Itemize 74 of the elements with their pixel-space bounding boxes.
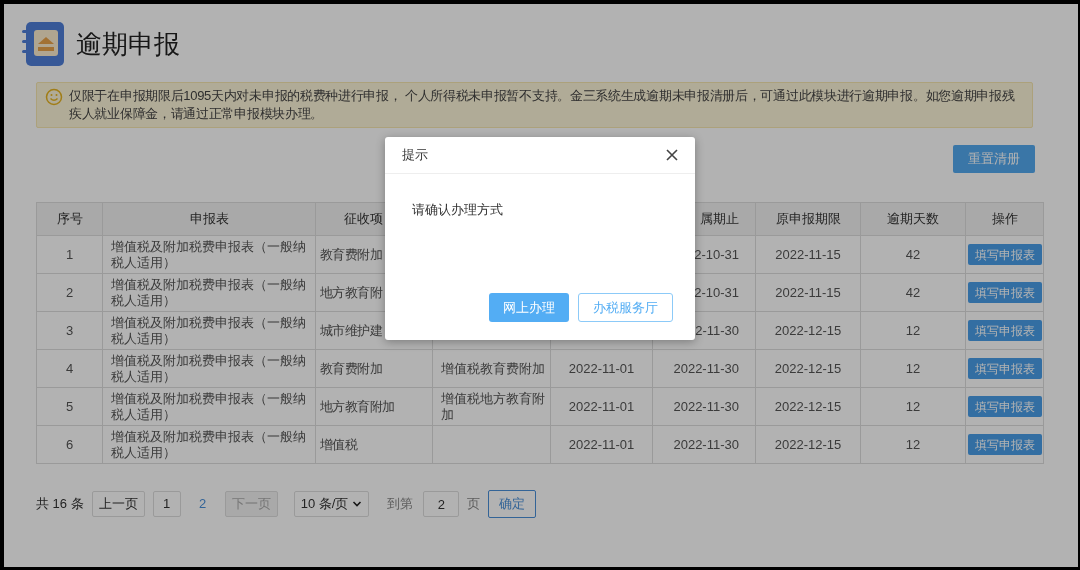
column-header: 申报表	[189, 211, 229, 227]
table-cell: 12	[905, 360, 921, 376]
dialog-button[interactable]: 办税服务厅	[578, 293, 673, 322]
goto-label: 到第	[387, 495, 414, 514]
table-cell: 教育费附加	[320, 360, 382, 376]
page-number[interactable]: 2	[188, 491, 217, 517]
table-cell: 2022-11-15	[775, 284, 841, 300]
table-cell: 增值税教育费附加	[441, 360, 545, 376]
table-cell: 增值税及附加税费申报表（一般纳税人适用）	[111, 276, 306, 308]
chevron-down-icon	[352, 500, 363, 508]
page-suffix: 页	[467, 495, 481, 514]
table-cell: 42	[905, 246, 921, 262]
table-cell: 2022-11-30	[673, 398, 739, 414]
fill-form-button[interactable]: 填写申报表	[967, 320, 1042, 341]
column-header: 原申报期限	[775, 211, 841, 227]
column-header: 操作	[991, 211, 1018, 227]
table-cell: 2022-11-30	[673, 360, 739, 376]
table-cell: 教育费附加	[320, 246, 382, 262]
table-cell: 增值税及附加税费申报表（一般纳税人适用）	[111, 352, 306, 384]
dialog-button[interactable]: 网上办理	[489, 293, 569, 322]
table-cell: 3	[65, 322, 74, 338]
page-number[interactable]: 1	[152, 491, 181, 517]
table-cell: 6	[65, 436, 74, 452]
table-cell: 2022-11-01	[568, 360, 635, 376]
column-header: 序号	[56, 211, 83, 227]
page-input[interactable]: 2	[423, 491, 460, 517]
fill-form-button[interactable]: 填写申报表	[967, 358, 1042, 379]
page-size-select[interactable]: 10 条/页	[293, 491, 370, 517]
page-title: 逾期申报	[76, 27, 180, 61]
table-cell: 5	[65, 398, 74, 414]
table-cell: 地方教育附	[320, 284, 382, 300]
table-cell: 2022-12-15	[774, 360, 842, 376]
close-icon[interactable]	[666, 149, 678, 161]
table-cell: 2022-12-15	[774, 436, 842, 452]
table-cell: 2022-11-15	[775, 246, 841, 262]
table-cell: 增值税地方教育附加	[441, 390, 545, 422]
notebook-icon	[22, 20, 66, 68]
column-header: 逾期天数	[887, 211, 939, 227]
dialog-message: 请确认办理方式	[411, 201, 504, 219]
table-cell: 城市维护建	[320, 322, 382, 338]
column-header: 属期止	[700, 211, 739, 227]
confirm-button[interactable]: 确定	[488, 490, 537, 518]
smiley-icon	[45, 88, 63, 106]
table-cell: 12	[905, 436, 921, 452]
fill-form-button[interactable]: 填写申报表	[967, 282, 1042, 303]
reset-button[interactable]: 重置清册	[953, 145, 1035, 173]
table-cell: 2-10-31	[694, 246, 739, 262]
table-cell: 2-11-30	[695, 322, 739, 338]
table-cell: 4	[65, 360, 74, 376]
total-count: 共 16 条	[36, 495, 84, 514]
notice-text: 仅限于在申报期限后1095天内对未申报的税费种进行申报， 个人所得税未申报暂不支持。金三系统生成逾期未申报清册后，可通过此模块进行逾期申报。如您逾期申报残疾人就业保障金，请通过正常申报模块办理。	[69, 87, 1016, 123]
dialog-title: 提示	[402, 146, 428, 165]
table-cell: 增值税	[320, 436, 358, 452]
prev-page-button[interactable]: 上一页	[91, 491, 145, 517]
table-cell: 12	[905, 398, 921, 414]
fill-form-button[interactable]: 填写申报表	[967, 396, 1042, 417]
table-cell: 增值税及附加税费申报表（一般纳税人适用）	[111, 390, 306, 422]
table-cell: 地方教育附加	[320, 398, 395, 414]
table-cell: 2022-11-01	[568, 398, 635, 414]
table-cell: 增值税及附加税费申报表（一般纳税人适用）	[111, 238, 306, 270]
table-cell: 增值税及附加税费申报表（一般纳税人适用）	[111, 314, 306, 346]
table-cell: 增值税及附加税费申报表（一般纳税人适用）	[111, 428, 306, 460]
column-header: 征收项	[344, 211, 383, 227]
table-cell: 2022-11-01	[568, 436, 635, 452]
table-cell: 2022-11-30	[673, 436, 739, 452]
table-cell: 2022-12-15	[774, 322, 842, 338]
fill-form-button[interactable]: 填写申报表	[967, 434, 1042, 455]
table-cell: 42	[905, 284, 921, 300]
table-cell: 2-10-31	[694, 284, 739, 300]
table-cell: 12	[905, 322, 921, 338]
fill-form-button[interactable]: 填写申报表	[967, 244, 1042, 265]
table-cell: 2022-12-15	[774, 398, 842, 414]
table-cell: 2	[65, 284, 74, 300]
table-cell: 1	[65, 246, 74, 262]
